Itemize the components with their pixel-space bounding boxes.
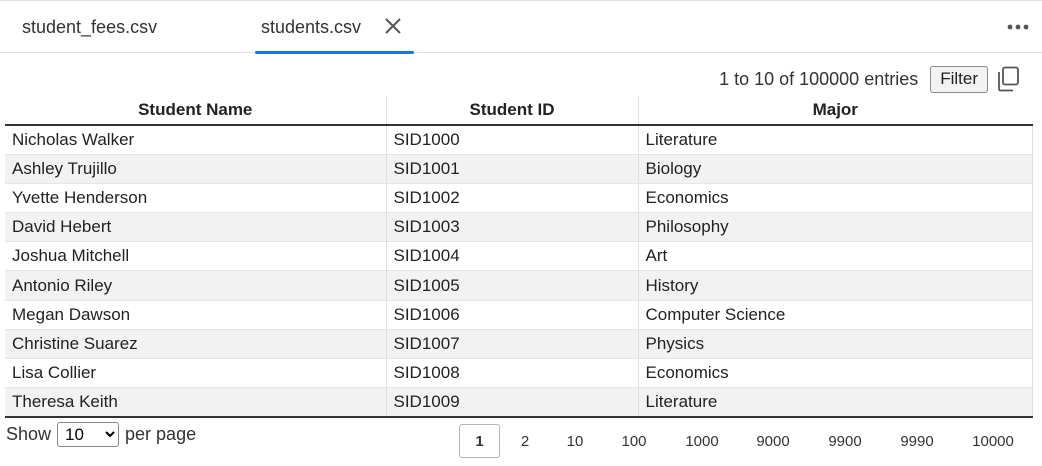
page-button[interactable]: 9900: [810, 424, 880, 458]
cell-major: Art: [637, 241, 1033, 271]
tab-bar: student_fees.csv students.csv: [0, 0, 1042, 54]
cell-student-id: SID1009: [385, 387, 638, 418]
show-label: Show: [6, 424, 52, 444]
page-button[interactable]: 1000: [668, 424, 736, 458]
cell-major: Economics: [637, 357, 1033, 388]
cell-student-id: SID1003: [385, 212, 638, 242]
close-icon[interactable]: [383, 16, 403, 36]
table-row[interactable]: Nicholas Walker SID1000 Literature: [5, 124, 1033, 155]
cell-student-id: SID1006: [385, 299, 638, 330]
cell-major: Computer Science: [637, 299, 1033, 330]
table-row[interactable]: Joshua Mitchell SID1004 Art: [5, 241, 1033, 271]
table-row[interactable]: Christine Suarez SID1007 Physics: [5, 328, 1033, 359]
tab-student-fees[interactable]: student_fees.csv: [0, 1, 255, 53]
cell-student-name: Nicholas Walker: [5, 124, 386, 155]
copy-icon[interactable]: [996, 66, 1020, 92]
cell-student-name: Joshua Mitchell: [5, 241, 386, 271]
cell-student-id: SID1007: [385, 328, 638, 359]
page-button[interactable]: 9000: [736, 424, 810, 458]
cell-student-id: SID1001: [385, 153, 638, 184]
cell-student-name: Theresa Keith: [5, 387, 386, 418]
cell-student-name: Lisa Collier: [5, 357, 386, 388]
table-row[interactable]: Megan Dawson SID1006 Computer Science: [5, 299, 1033, 330]
page-button[interactable]: 2: [500, 424, 550, 458]
table-toolbar: 1 to 10 of 100000 entries Filter: [719, 64, 1042, 94]
column-header-major[interactable]: Major: [637, 96, 1032, 126]
page-size-control: Show 10 per page: [6, 422, 196, 447]
cell-student-name: Ashley Trujillo: [5, 153, 386, 184]
column-header-student-id[interactable]: Student ID: [385, 96, 638, 126]
tab-label: student_fees.csv: [22, 16, 158, 37]
cell-major: Economics: [637, 182, 1033, 213]
table-header-row: Student Name Student ID Major: [5, 96, 1032, 126]
cell-student-name: Megan Dawson: [5, 299, 386, 330]
cell-major: Philosophy: [637, 212, 1033, 242]
active-tab-indicator: [255, 51, 414, 54]
table-row[interactable]: Ashley Trujillo SID1001 Biology: [5, 153, 1033, 184]
page-button[interactable]: 1: [459, 424, 500, 458]
cell-major: Biology: [637, 153, 1033, 184]
cell-major: History: [637, 270, 1033, 301]
data-table: Student Name Student ID Major Nicholas W…: [5, 96, 1033, 418]
page-button[interactable]: 9990: [880, 424, 954, 458]
cell-major: Physics: [637, 328, 1033, 359]
table-row[interactable]: Antonio Riley SID1005 History: [5, 270, 1033, 301]
cell-student-name: David Hebert: [5, 212, 386, 242]
cell-student-id: SID1002: [385, 182, 638, 213]
filter-button[interactable]: Filter: [930, 65, 988, 93]
table-row[interactable]: Theresa Keith SID1009 Literature: [5, 387, 1033, 418]
per-page-select[interactable]: 10: [57, 422, 120, 447]
cell-student-name: Yvette Henderson: [5, 182, 386, 213]
cell-student-name: Antonio Riley: [5, 270, 386, 301]
cell-major: Literature: [637, 387, 1033, 418]
cell-student-name: Christine Suarez: [5, 328, 386, 359]
page-button[interactable]: 10: [550, 424, 600, 458]
more-options-icon[interactable]: [1006, 17, 1030, 37]
entries-count: 1 to 10 of 100000 entries: [719, 68, 919, 89]
page-button[interactable]: 100: [600, 424, 668, 458]
column-header-student-name[interactable]: Student Name: [5, 96, 386, 126]
cell-major: Literature: [637, 124, 1033, 155]
per-page-label: per page: [125, 424, 197, 444]
cell-student-id: SID1008: [385, 357, 638, 388]
table-row[interactable]: Lisa Collier SID1008 Economics: [5, 357, 1033, 388]
tab-students[interactable]: students.csv: [255, 1, 414, 54]
tab-label: students.csv: [261, 16, 362, 37]
pagination: 1 2 10 100 1000 9000 9900 9990 10000: [459, 424, 1032, 458]
table-row[interactable]: David Hebert SID1003 Philosophy: [5, 212, 1033, 242]
cell-student-id: SID1005: [385, 270, 638, 301]
cell-student-id: SID1000: [385, 124, 638, 155]
table-row[interactable]: Yvette Henderson SID1002 Economics: [5, 182, 1033, 213]
cell-student-id: SID1004: [385, 241, 638, 271]
page-button[interactable]: 10000: [954, 424, 1032, 458]
